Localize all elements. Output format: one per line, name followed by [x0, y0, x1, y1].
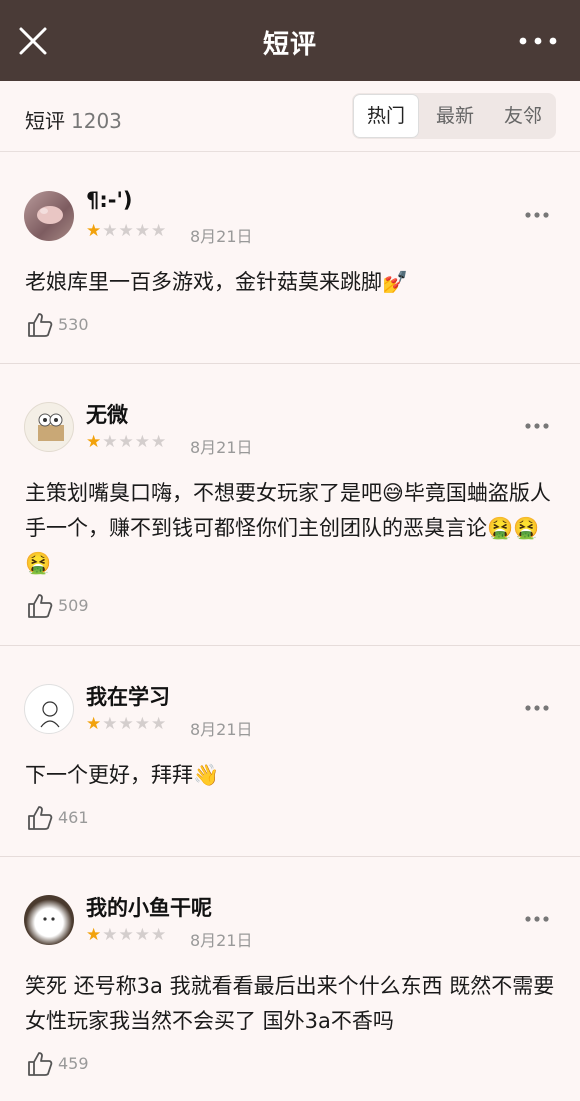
like-count: 509 [58, 596, 89, 615]
top-bar: 短评 [0, 0, 580, 81]
thumbs-up-icon [28, 1052, 53, 1076]
avatar[interactable] [24, 191, 74, 241]
page-title: 短评 [262, 30, 317, 60]
review-item: 我在学习 ★★★★★ 8月21日 下一个更好，拜拜👋 461 [0, 646, 580, 857]
star-rating: ★★★★★ [86, 925, 168, 945]
like-button[interactable]: 530 [26, 311, 126, 339]
more-icon[interactable] [524, 211, 550, 219]
review-count: 1203 [71, 109, 122, 133]
avatar-image-icon [40, 701, 60, 728]
review-content: 老娘库里一百多游戏，金针菇莫来跳脚💅 [25, 270, 409, 294]
review-item: ¶:-') ★★★★★ 8月21日 老娘库里一百多游戏，金针菇莫来跳脚💅 530 [0, 153, 580, 364]
review-label-text: 短评 [25, 109, 65, 133]
reviewer-name[interactable]: 无微 [86, 399, 128, 429]
reviewer-name[interactable]: 我在学习 [86, 681, 170, 711]
review-content: 主策划嘴臭口嗨，不想要女玩家了是吧😅毕竟国蛐盗版人手一个，赚不到钱可都怪你们主创… [25, 481, 551, 575]
avatar-image-icon [43, 917, 55, 921]
review-item: 无微 ★★★★★ 8月21日 主策划嘴臭口嗨，不想要女玩家了是吧😅毕竟国蛐盗版人… [0, 364, 580, 646]
like-button[interactable]: 461 [26, 804, 126, 832]
like-count: 459 [58, 1054, 89, 1073]
more-icon[interactable] [524, 915, 550, 923]
like-button[interactable]: 459 [26, 1050, 126, 1078]
thumbs-up-icon [28, 313, 53, 337]
reviewer-name[interactable]: 我的小鱼干呢 [86, 892, 212, 922]
like-count: 530 [58, 315, 89, 334]
like-button[interactable]: 509 [26, 592, 126, 620]
review-date: 8月21日 [190, 720, 253, 739]
review-date: 8月21日 [190, 931, 253, 950]
star-rating: ★★★★★ [86, 714, 168, 734]
review-date: 8月21日 [190, 438, 253, 457]
star-rating: ★★★★★ [86, 221, 168, 241]
avatar-image-icon [37, 206, 63, 224]
tab-latest[interactable]: 最新 [422, 93, 488, 139]
more-icon[interactable] [524, 422, 550, 430]
avatar[interactable] [24, 895, 74, 945]
tab-hot[interactable]: 热门 [353, 94, 419, 138]
review-content: 下一个更好，拜拜👋 [25, 763, 220, 787]
like-count: 461 [58, 808, 89, 827]
sort-tabs: 热门 最新 友邻 [352, 93, 556, 139]
review-section-label: 短评 1203 [25, 105, 122, 134]
avatar[interactable] [24, 402, 74, 452]
thumbs-up-icon [28, 594, 53, 618]
avatar-image-icon [38, 413, 64, 441]
review-date: 8月21日 [190, 227, 253, 246]
reviewer-name[interactable]: ¶:-') [86, 188, 133, 212]
thumbs-up-icon [28, 806, 53, 830]
review-content: 笑死 还号称3a 我就看看最后出来个什么东西 既然不需要女性玩家我当然不会买了 … [25, 974, 555, 1033]
review-item: 我的小鱼干呢 ★★★★★ 8月21日 笑死 还号称3a 我就看看最后出来个什么东… [0, 857, 580, 1101]
more-options-icon[interactable] [518, 36, 558, 46]
avatar[interactable] [24, 684, 74, 734]
star-rating: ★★★★★ [86, 432, 168, 452]
tab-friends[interactable]: 友邻 [490, 93, 556, 139]
more-icon[interactable] [524, 704, 550, 712]
